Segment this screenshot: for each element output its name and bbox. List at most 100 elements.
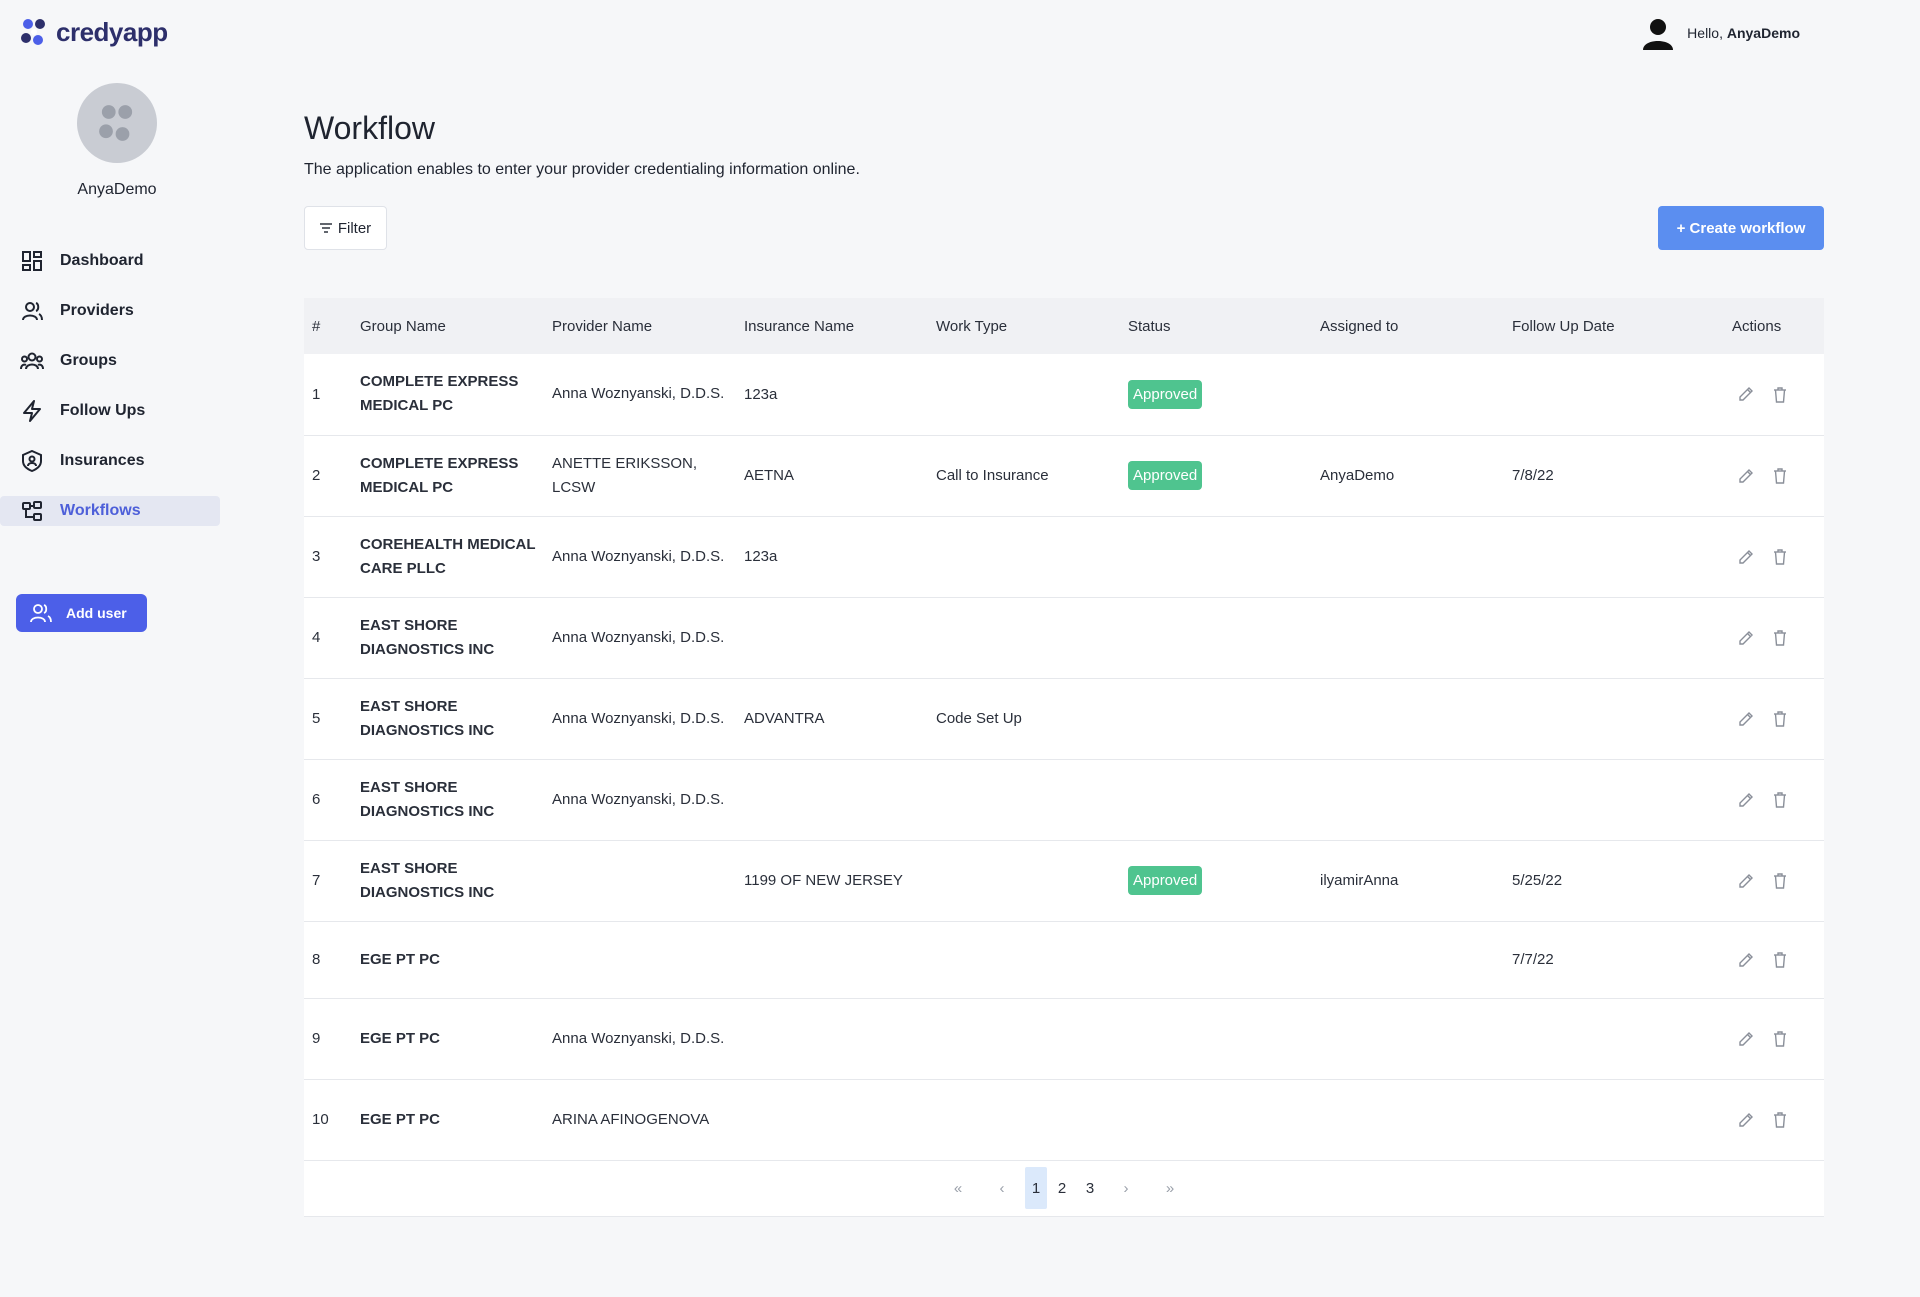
sidebar-item-label: Follow Ups (60, 402, 146, 419)
edit-icon[interactable] (1738, 1030, 1754, 1048)
filter-icon (319, 223, 332, 233)
follow-up-date-cell: 7/8/22 (1512, 467, 1554, 484)
sidebar-item-label: Insurances (60, 452, 145, 469)
follow-up-date-cell (1504, 678, 1724, 759)
insurance-name-cell (736, 759, 928, 840)
table-row[interactable]: 6 EAST SHORE DIAGNOSTICS INC Anna Woznyans… (304, 759, 1824, 840)
insurance-name-cell: 123a (744, 548, 778, 565)
trash-icon[interactable] (1772, 951, 1788, 969)
column-header-number[interactable]: # (304, 298, 352, 354)
actions-cell (1724, 435, 1824, 516)
trash-icon[interactable] (1772, 548, 1788, 566)
sidebar-item-dashboard[interactable]: Dashboard (0, 246, 230, 276)
work-type-cell (928, 1079, 1120, 1160)
page-title: Workflow (304, 110, 435, 146)
provider-name-cell: Anna Woznyanski, D.D.S. (552, 628, 725, 646)
next-page-button[interactable]: › (1105, 1167, 1147, 1209)
column-header-follow-up-date[interactable]: Follow Up Date (1504, 298, 1724, 354)
trash-icon[interactable] (1772, 629, 1788, 647)
edit-icon[interactable] (1738, 548, 1754, 566)
sidebar-item-groups[interactable]: Groups (0, 346, 230, 376)
trash-icon[interactable] (1772, 467, 1788, 485)
column-header-work-type[interactable]: Work Type (928, 298, 1120, 354)
table-row[interactable]: 10 EGE PT PC ARINA AFINOGENOVA (304, 1079, 1824, 1160)
edit-icon[interactable] (1738, 385, 1754, 403)
assigned-to-cell (1312, 921, 1504, 998)
assigned-to-cell (1312, 597, 1504, 678)
row-number: 10 (312, 1111, 329, 1128)
user-greeting[interactable]: Hello, AnyaDemo (1641, 16, 1800, 50)
edit-icon[interactable] (1738, 951, 1754, 969)
workflow-table: # Group Name Provider Name Insurance Nam… (304, 298, 1824, 1217)
last-page-button[interactable]: » (1149, 1167, 1191, 1209)
table-row[interactable]: 7 EAST SHORE DIAGNOSTICS INC 1199 OF NEW J… (304, 840, 1824, 921)
row-number: 4 (312, 629, 321, 646)
actions-cell (1724, 516, 1824, 597)
first-page-button[interactable]: « (937, 1167, 979, 1209)
work-type-cell: Call to Insurance (936, 467, 1049, 484)
follow-up-date-cell (1504, 597, 1724, 678)
edit-icon[interactable] (1738, 1111, 1754, 1129)
edit-icon[interactable] (1738, 467, 1754, 485)
trash-icon[interactable] (1772, 1030, 1788, 1048)
app-logo[interactable]: credyapp (18, 16, 168, 48)
work-type-cell (928, 921, 1120, 998)
add-user-button[interactable]: Add user (16, 594, 147, 632)
status-cell: Approved (1120, 354, 1312, 435)
row-number: 1 (312, 385, 321, 403)
table-row[interactable]: 3 COREHEALTH MEDICAL CARE PLLC Anna Woznya… (304, 516, 1824, 597)
provider-name-cell: ANETTE ERIKSSON, LCSW (552, 454, 698, 496)
sidebar-item-follow-ups[interactable]: Follow Ups (0, 396, 230, 426)
assigned-to-cell: AnyaDemo (1320, 467, 1395, 484)
assigned-to-cell (1312, 998, 1504, 1079)
user-avatar-icon (1643, 19, 1674, 50)
trash-icon[interactable] (1772, 385, 1788, 403)
follow-up-date-cell (1504, 1079, 1724, 1160)
insurance-name-cell: AETNA (744, 467, 795, 484)
table-row[interactable]: 8 EGE PT PC 7/7/22 (304, 921, 1824, 998)
table-row[interactable]: 1 COMPLETE EXPRESS MEDICAL PC Anna Woznyan… (304, 354, 1824, 435)
trash-icon[interactable] (1772, 791, 1788, 809)
prev-page-button[interactable]: ‹ (981, 1167, 1023, 1209)
top-bar: credyapp Hello, AnyaDemo (0, 0, 1920, 66)
page-button-2[interactable]: 2 (1049, 1167, 1075, 1209)
insurance-name-cell: 1199 OF NEW JERSEY (744, 872, 903, 889)
group-name-cell: EGE PT PC (360, 1110, 441, 1128)
edit-icon[interactable] (1738, 710, 1754, 728)
table-row[interactable]: 4 EAST SHORE DIAGNOSTICS INC Anna Woznyans… (304, 597, 1824, 678)
trash-icon[interactable] (1772, 710, 1788, 728)
logo-text: credyapp (56, 16, 168, 47)
edit-icon[interactable] (1738, 872, 1754, 890)
sidebar-item-insurances[interactable]: Insurances (0, 446, 230, 476)
sidebar-item-workflows[interactable]: Workflows (0, 496, 220, 526)
column-header-assigned-to[interactable]: Assigned to (1312, 298, 1504, 354)
provider-name-cell: Anna Woznyanski, D.D.S. (552, 790, 725, 808)
provider-name-cell: ARINA AFINOGENOVA (552, 1110, 710, 1128)
column-header-status[interactable]: Status (1120, 298, 1312, 354)
edit-icon[interactable] (1738, 629, 1754, 647)
row-number: 5 (312, 710, 321, 727)
assigned-to-cell (1312, 1079, 1504, 1160)
column-header-group-name[interactable]: Group Name (352, 298, 544, 354)
table-row[interactable]: 2 COMPLETE EXPRESS MEDICAL PC ANETTE ERIKS… (304, 435, 1824, 516)
trash-icon[interactable] (1772, 1111, 1788, 1129)
table-row[interactable]: 5 EAST SHORE DIAGNOSTICS INC Anna Woznyans… (304, 678, 1824, 759)
actions-cell (1724, 1079, 1824, 1160)
column-header-provider-name[interactable]: Provider Name (544, 298, 736, 354)
status-cell (1120, 516, 1312, 597)
sidebar-item-providers[interactable]: Providers (0, 296, 230, 326)
table-row[interactable]: 9 EGE PT PC Anna Woznyanski, D.D.S. (304, 998, 1824, 1079)
assigned-to-cell (1312, 678, 1504, 759)
page-button-3[interactable]: 3 (1077, 1167, 1103, 1209)
page-button-1[interactable]: 1 (1025, 1167, 1047, 1209)
trash-icon[interactable] (1772, 872, 1788, 890)
provider-name-cell: Anna Woznyanski, D.D.S. (552, 1029, 725, 1047)
assigned-to-cell: ilyamirAnna (1320, 872, 1399, 889)
group-name-cell: EAST SHORE DIAGNOSTICS INC (360, 697, 495, 739)
create-workflow-button[interactable]: + Create workflow (1658, 206, 1824, 250)
assigned-to-cell (1312, 516, 1504, 597)
edit-icon[interactable] (1738, 791, 1754, 809)
pagination: « ‹ 1 2 3 › » (304, 1161, 1824, 1217)
column-header-insurance-name[interactable]: Insurance Name (736, 298, 928, 354)
filter-button[interactable]: Filter (304, 206, 387, 250)
